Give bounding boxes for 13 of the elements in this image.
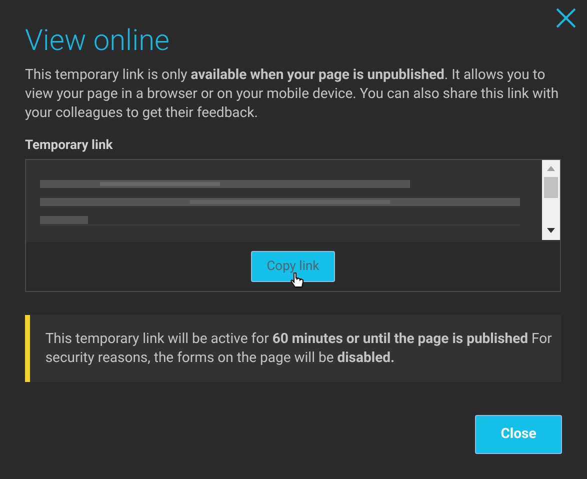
link-textarea[interactable] xyxy=(26,160,560,242)
scroll-down-icon[interactable] xyxy=(547,228,555,233)
link-label: Temporary link xyxy=(25,137,113,155)
close-button[interactable]: Close xyxy=(475,415,562,454)
copy-link-button[interactable]: Copy link xyxy=(251,251,335,282)
intro-paragraph: This temporary link is only available when your page is unpublished. It allows you to view your page in a browser or on your mobile device. You can also share this link with your colleagues to get their feedback. xyxy=(25,66,560,123)
hand-cursor-icon xyxy=(290,272,304,290)
notice-bar xyxy=(25,315,30,382)
close-icon[interactable] xyxy=(556,8,576,28)
scrollbar[interactable] xyxy=(542,160,560,240)
scroll-thumb[interactable] xyxy=(544,177,558,198)
dialog-title: View online xyxy=(25,23,170,60)
notice-text: This temporary link will be active for 60 minutes or until the page is published For security reasons, the forms on the page will be disabled. xyxy=(45,330,553,368)
